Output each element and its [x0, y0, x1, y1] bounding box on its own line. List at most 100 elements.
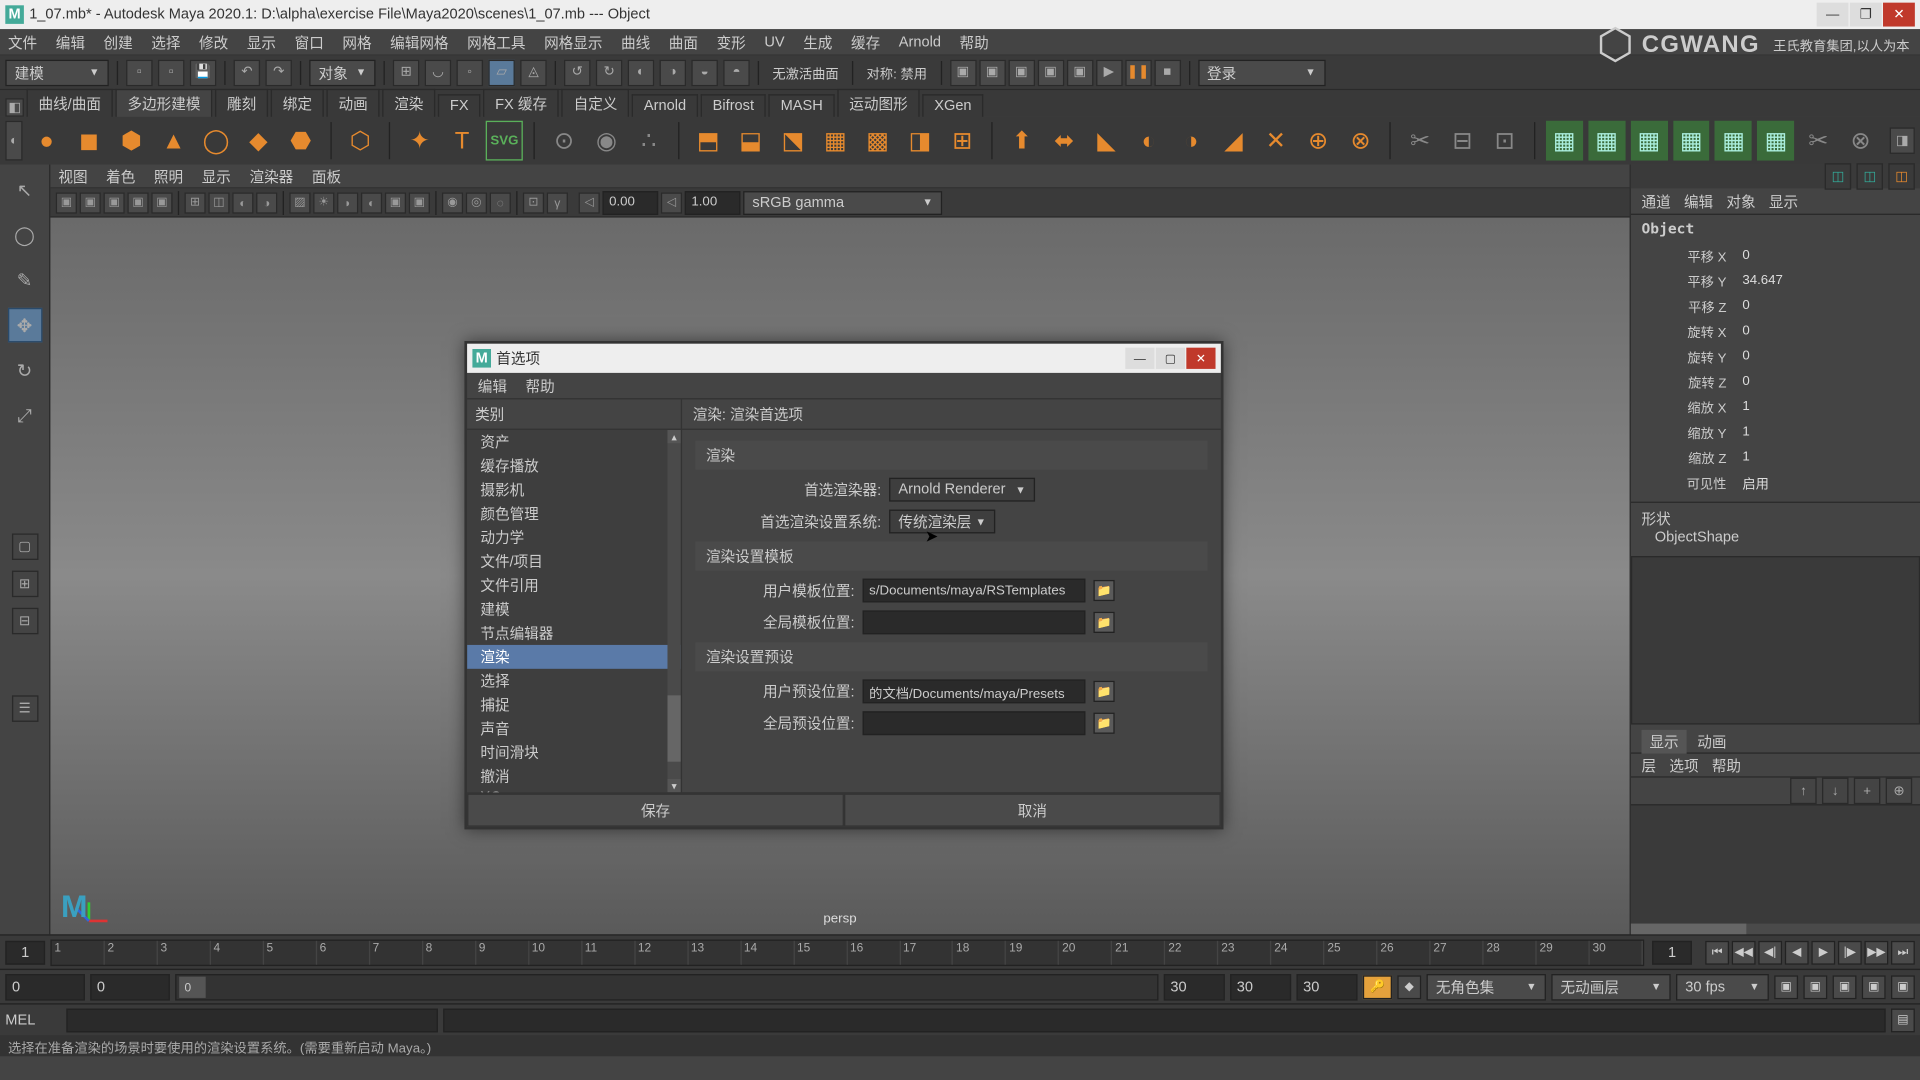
render-icon[interactable]: ▣: [950, 59, 977, 86]
poly-cube-icon[interactable]: ◼: [70, 121, 107, 161]
menu-modify[interactable]: 修改: [199, 31, 228, 52]
smooth-icon[interactable]: ▦: [817, 121, 854, 161]
object-name-label[interactable]: Object: [1641, 220, 1909, 237]
menu-meshdisplay[interactable]: 网格显示: [544, 31, 602, 52]
shelf-tab-render[interactable]: 渲染: [382, 89, 435, 117]
next-key-icon[interactable]: |▶: [1838, 940, 1862, 964]
dialog-minimize-button[interactable]: —: [1125, 348, 1154, 369]
poly-torus-icon[interactable]: ◯: [197, 121, 234, 161]
uv-editor-icon[interactable]: ▦: [1757, 121, 1794, 161]
cat-undo[interactable]: 撤消: [467, 764, 681, 788]
range-icon5[interactable]: ▣: [1891, 975, 1915, 999]
cat-timeslider[interactable]: 时间滑块: [467, 740, 681, 764]
uv-auto-icon[interactable]: ▦: [1673, 121, 1710, 161]
scale-tool-icon[interactable]: ⤢: [7, 398, 42, 433]
layer-menu-layer[interactable]: 层: [1641, 754, 1656, 775]
layer-menu-help[interactable]: 帮助: [1712, 754, 1741, 775]
layer-tab-anim[interactable]: 动画: [1697, 731, 1726, 752]
sidebar-toggle-icon[interactable]: ◨: [1890, 127, 1915, 154]
history-on-icon[interactable]: ↺: [564, 59, 591, 86]
vp-shadewire-icon[interactable]: ◑: [256, 192, 277, 213]
user-preset-browse-icon[interactable]: 📁: [1093, 681, 1114, 702]
menu-window[interactable]: 窗口: [295, 31, 324, 52]
current-frame-field-right[interactable]: 1: [1652, 940, 1692, 964]
scroll-up-icon[interactable]: ▴: [667, 430, 680, 443]
play-end-field[interactable]: [1164, 973, 1225, 1000]
prev-key-icon[interactable]: ◀|: [1758, 940, 1782, 964]
shelf-options-icon[interactable]: ◧: [5, 98, 24, 117]
menu-meshtools[interactable]: 网格工具: [467, 31, 525, 52]
target-weld-icon[interactable]: ⊗: [1342, 121, 1379, 161]
scroll-down-icon[interactable]: ▾: [667, 779, 680, 792]
play-start-field[interactable]: [90, 973, 170, 1000]
pref-renderer-dropdown[interactable]: Arnold Renderer▼: [889, 478, 1035, 502]
vp-img-icon[interactable]: ▣: [104, 192, 125, 213]
vp-gate-icon[interactable]: ▣: [151, 192, 172, 213]
vp-film-icon[interactable]: ▣: [127, 192, 148, 213]
vp-motion-icon[interactable]: ▣: [409, 192, 430, 213]
step-fwd-icon[interactable]: ▶▶: [1864, 940, 1888, 964]
vp-camera-icon[interactable]: ▣: [56, 192, 77, 213]
layer-new-icon[interactable]: +: [1854, 778, 1881, 805]
cat-dynamics[interactable]: 动力学: [467, 525, 681, 549]
merge-icon[interactable]: ⊕: [1300, 121, 1337, 161]
cbx-tab-object[interactable]: 对象: [1726, 190, 1755, 211]
shelf-tab-curves[interactable]: 曲线/曲面: [27, 89, 113, 117]
lasso-tool-icon[interactable]: ◯: [7, 218, 42, 253]
ipr-icon[interactable]: ▣: [979, 59, 1006, 86]
undo-icon[interactable]: ↶: [234, 59, 261, 86]
playblast-icon[interactable]: ▶: [1096, 59, 1123, 86]
superellipse-icon[interactable]: ✦: [401, 121, 438, 161]
symmetry-label[interactable]: 对称: 禁用: [867, 62, 927, 82]
cat-xgen[interactable]: XGen: [467, 788, 681, 792]
range-icon4[interactable]: ▣: [1862, 975, 1886, 999]
mirror-icon[interactable]: ◨: [901, 121, 938, 161]
redo-icon[interactable]: ↷: [265, 59, 292, 86]
vp-shade[interactable]: 着色: [106, 165, 135, 186]
goto-start-icon[interactable]: ⏮: [1705, 940, 1729, 964]
bridge-icon[interactable]: ⬌: [1046, 121, 1083, 161]
snap-live-icon[interactable]: ◬: [520, 59, 547, 86]
play-back-icon[interactable]: ◀: [1785, 940, 1809, 964]
bevel-icon[interactable]: ◣: [1088, 121, 1125, 161]
cmd-input[interactable]: [66, 1008, 438, 1032]
construction2-icon[interactable]: ◑: [660, 59, 687, 86]
rotate-tool-icon[interactable]: ↻: [7, 353, 42, 388]
vp-xray-icon[interactable]: ◎: [466, 192, 487, 213]
poly-cone-icon[interactable]: ▲: [155, 121, 192, 161]
cmd-lang-label[interactable]: MEL: [5, 1012, 61, 1028]
layer-down-icon[interactable]: ↓: [1822, 778, 1849, 805]
move-tool-icon[interactable]: ✥: [7, 308, 42, 343]
poly-cylinder-icon[interactable]: ⬢: [113, 121, 150, 161]
vp-expose-icon[interactable]: ⊡: [523, 192, 544, 213]
shelf-tab-poly[interactable]: 多边形建模: [116, 89, 213, 117]
menu-editmesh[interactable]: 编辑网格: [390, 31, 448, 52]
dialog-titlebar[interactable]: M 首选项 — ▢ ✕: [467, 344, 1221, 373]
soft-select-icon[interactable]: ⊙: [546, 121, 583, 161]
global-tpl-browse-icon[interactable]: 📁: [1093, 612, 1114, 633]
uv-cylindrical-icon[interactable]: ▦: [1588, 121, 1625, 161]
vp-renderer[interactable]: 渲染器: [249, 165, 293, 186]
vp-gamma-down-icon[interactable]: ◁: [661, 192, 682, 213]
menu-curve[interactable]: 曲线: [621, 31, 650, 52]
layout-outliner-icon[interactable]: ⊟: [11, 608, 38, 635]
append-icon[interactable]: ◑: [1173, 121, 1210, 161]
shelf-tab-bifrost[interactable]: Bifrost: [701, 94, 766, 117]
cat-assets[interactable]: 资产: [467, 430, 681, 454]
menu-create[interactable]: 创建: [104, 31, 133, 52]
account-dropdown[interactable]: 登录▼: [1198, 59, 1325, 86]
user-tpl-field[interactable]: [863, 579, 1086, 603]
shelf-tab-motion[interactable]: 运动图形: [837, 89, 919, 117]
current-frame-field[interactable]: 1: [5, 940, 45, 964]
setkey-icon[interactable]: ◆: [1397, 975, 1421, 999]
construction3-icon[interactable]: ◒: [691, 59, 718, 86]
shelf-switcher-icon[interactable]: ◐: [5, 121, 22, 161]
layout-single-icon[interactable]: ▢: [11, 533, 38, 560]
range-icon3[interactable]: ▣: [1833, 975, 1857, 999]
layer-tab-display[interactable]: 显示: [1641, 729, 1686, 753]
shelf-tab-fxcache[interactable]: FX 缓存: [483, 89, 559, 117]
cat-render[interactable]: 渲染: [467, 645, 681, 669]
boolean-icon[interactable]: ▩: [859, 121, 896, 161]
vp-tex-icon[interactable]: ▨: [289, 192, 310, 213]
uv-sew-icon[interactable]: ⊗: [1842, 121, 1879, 161]
